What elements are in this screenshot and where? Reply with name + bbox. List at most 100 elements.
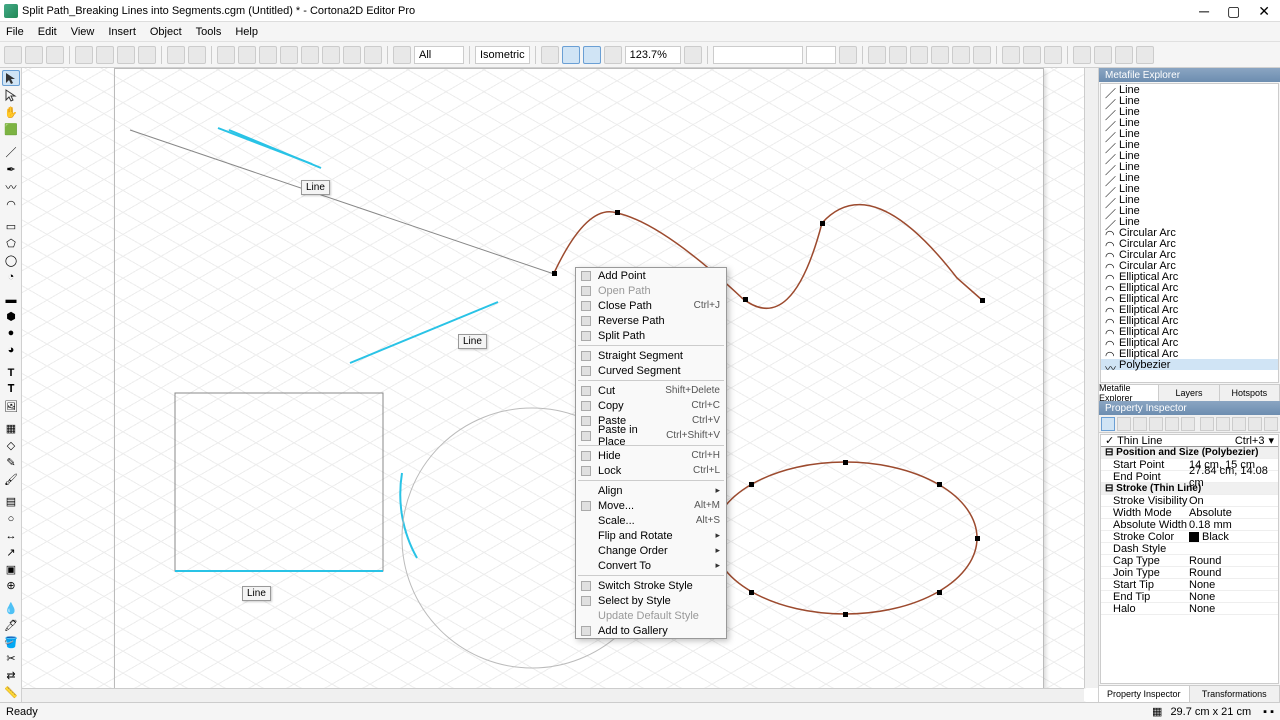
fill-pie-tool[interactable]: ◕ [2, 343, 20, 358]
prop-start-tip[interactable]: Start TipNone [1101, 579, 1278, 591]
valign-mid-button[interactable] [1094, 46, 1112, 64]
transform-button[interactable] [301, 46, 319, 64]
context-add-point[interactable]: Add Point [576, 268, 726, 283]
strike-button[interactable] [931, 46, 949, 64]
prop-opt-5[interactable] [1264, 417, 1278, 431]
hotspot-poly-tool[interactable]: ◇ [2, 438, 20, 453]
gallery-tool[interactable]: 🟩 [2, 122, 20, 137]
prop-mode-3[interactable] [1133, 417, 1147, 431]
tree-item[interactable]: ◠Circular Arc [1101, 260, 1278, 271]
context-paste-in-place[interactable]: Paste in PlaceCtrl+Shift+V [576, 428, 726, 443]
prop-opt-2[interactable] [1216, 417, 1230, 431]
metafile-explorer-tree[interactable]: ／Line／Line／Line／Line／Line／Line／Line／Line… [1100, 83, 1279, 383]
prop-mode-4[interactable] [1149, 417, 1163, 431]
menu-file[interactable]: File [6, 26, 24, 38]
valign-top-button[interactable] [1073, 46, 1091, 64]
context-add-to-gallery[interactable]: Add to Gallery [576, 623, 726, 638]
tree-item[interactable]: ◠Elliptical Arc [1101, 315, 1278, 326]
tree-item[interactable]: ◠Circular Arc [1101, 249, 1278, 260]
context-lock[interactable]: LockCtrl+L [576, 463, 726, 478]
cut-button[interactable] [75, 46, 93, 64]
fill-poly-tool[interactable]: ⬢ [2, 309, 20, 324]
context-close-path[interactable]: Close PathCtrl+J [576, 298, 726, 313]
context-reverse-path[interactable]: Reverse Path [576, 313, 726, 328]
font-combo[interactable] [713, 46, 803, 64]
tree-item[interactable]: ◠Elliptical Arc [1101, 337, 1278, 348]
tree-item[interactable]: ◠Elliptical Arc [1101, 293, 1278, 304]
note-tool[interactable]: ▣ [2, 562, 20, 577]
prop-stroke-visibility[interactable]: Stroke VisibilityOn [1101, 495, 1278, 507]
eyedropper-tool[interactable]: 💧 [2, 601, 20, 616]
italic-button[interactable] [889, 46, 907, 64]
tree-item[interactable]: ／Line [1101, 150, 1278, 161]
prop-width-mode[interactable]: Width ModeAbsolute [1101, 507, 1278, 519]
menu-insert[interactable]: Insert [108, 26, 136, 38]
prop-mode-2[interactable] [1117, 417, 1131, 431]
arc-tool[interactable]: ◠ [2, 197, 20, 212]
menu-tools[interactable]: Tools [196, 26, 222, 38]
menu-object[interactable]: Object [150, 26, 182, 38]
leader-tool[interactable]: ↗ [2, 545, 20, 560]
bold-button[interactable] [868, 46, 886, 64]
context-move-[interactable]: Move...Alt+M [576, 498, 726, 513]
canvas-scrollbar-vertical[interactable] [1084, 68, 1098, 688]
ellipse-tool[interactable]: ◯ [2, 253, 20, 268]
context-change-order[interactable]: Change Order▸ [576, 543, 726, 558]
canvas-scrollbar-horizontal[interactable] [22, 688, 1084, 702]
text-box-tool[interactable]: 𝐓 [2, 382, 20, 397]
tab-transformations[interactable]: Transformations [1190, 686, 1280, 702]
tree-item[interactable]: ／Line [1101, 205, 1278, 216]
align-left-button[interactable] [1002, 46, 1020, 64]
save-button[interactable] [46, 46, 64, 64]
text-tool[interactable]: T [2, 365, 20, 380]
dimension-tool[interactable]: ↔ [2, 528, 20, 543]
sub-button[interactable] [973, 46, 991, 64]
align-button[interactable] [238, 46, 256, 64]
tree-item[interactable]: 〰Polybezier [1101, 359, 1278, 370]
tree-item[interactable]: ／Line [1101, 216, 1278, 227]
ungroup-button[interactable] [280, 46, 298, 64]
minimize-button[interactable]: ─ [1199, 4, 1209, 18]
new-button[interactable] [4, 46, 22, 64]
context-align[interactable]: Align▸ [576, 483, 726, 498]
tree-item[interactable]: ◠Elliptical Arc [1101, 282, 1278, 293]
menu-view[interactable]: View [71, 26, 95, 38]
zoom-tool-button[interactable] [684, 46, 702, 64]
rotate-button[interactable] [343, 46, 361, 64]
prop-end-tip[interactable]: End TipNone [1101, 591, 1278, 603]
tree-item[interactable]: ／Line [1101, 172, 1278, 183]
polygon-tool[interactable]: ⬠ [2, 236, 20, 251]
prop-opt-1[interactable] [1200, 417, 1214, 431]
rectangle-tool[interactable]: ▭ [2, 219, 20, 234]
copy-button[interactable] [96, 46, 114, 64]
context-hide[interactable]: HideCtrl+H [576, 448, 726, 463]
paste-button[interactable] [117, 46, 135, 64]
context-convert-to[interactable]: Convert To▸ [576, 558, 726, 573]
cut-segment-tool[interactable]: ✂ [2, 651, 20, 666]
maximize-button[interactable]: ▢ [1227, 4, 1240, 18]
valign-bottom-button[interactable] [1115, 46, 1133, 64]
canvas-area[interactable]: Line Line Line Add PointOpen PathClose P… [22, 68, 1098, 702]
zoom-in-button[interactable] [541, 46, 559, 64]
image-tool[interactable]: 🖼 [2, 399, 20, 414]
tree-item[interactable]: ／Line [1101, 194, 1278, 205]
prop-join-type[interactable]: Join TypeRound [1101, 567, 1278, 579]
tree-item[interactable]: ◠Elliptical Arc [1101, 304, 1278, 315]
tree-item[interactable]: ◠Elliptical Arc [1101, 271, 1278, 282]
prop-mode-6[interactable] [1181, 417, 1195, 431]
layer-combo[interactable]: All [414, 46, 464, 64]
tree-item[interactable]: ／Line [1101, 95, 1278, 106]
align-center-button[interactable] [1023, 46, 1041, 64]
prop-stroke-color[interactable]: Stroke ColorBlack [1101, 531, 1278, 543]
tree-item[interactable]: ／Line [1101, 117, 1278, 128]
undo-button[interactable] [167, 46, 185, 64]
tab-layers[interactable]: Layers [1159, 385, 1219, 401]
hotspot-draw-tool[interactable]: ✎ [2, 455, 20, 470]
tree-item[interactable]: ／Line [1101, 161, 1278, 172]
redo-button[interactable] [188, 46, 206, 64]
selection-tool[interactable] [2, 70, 20, 86]
context-flip-and-rotate[interactable]: Flip and Rotate▸ [576, 528, 726, 543]
prop-dash-style[interactable]: Dash Style [1101, 543, 1278, 555]
context-select-by-style[interactable]: Select by Style [576, 593, 726, 608]
pie-tool[interactable]: ◔ [2, 270, 20, 285]
